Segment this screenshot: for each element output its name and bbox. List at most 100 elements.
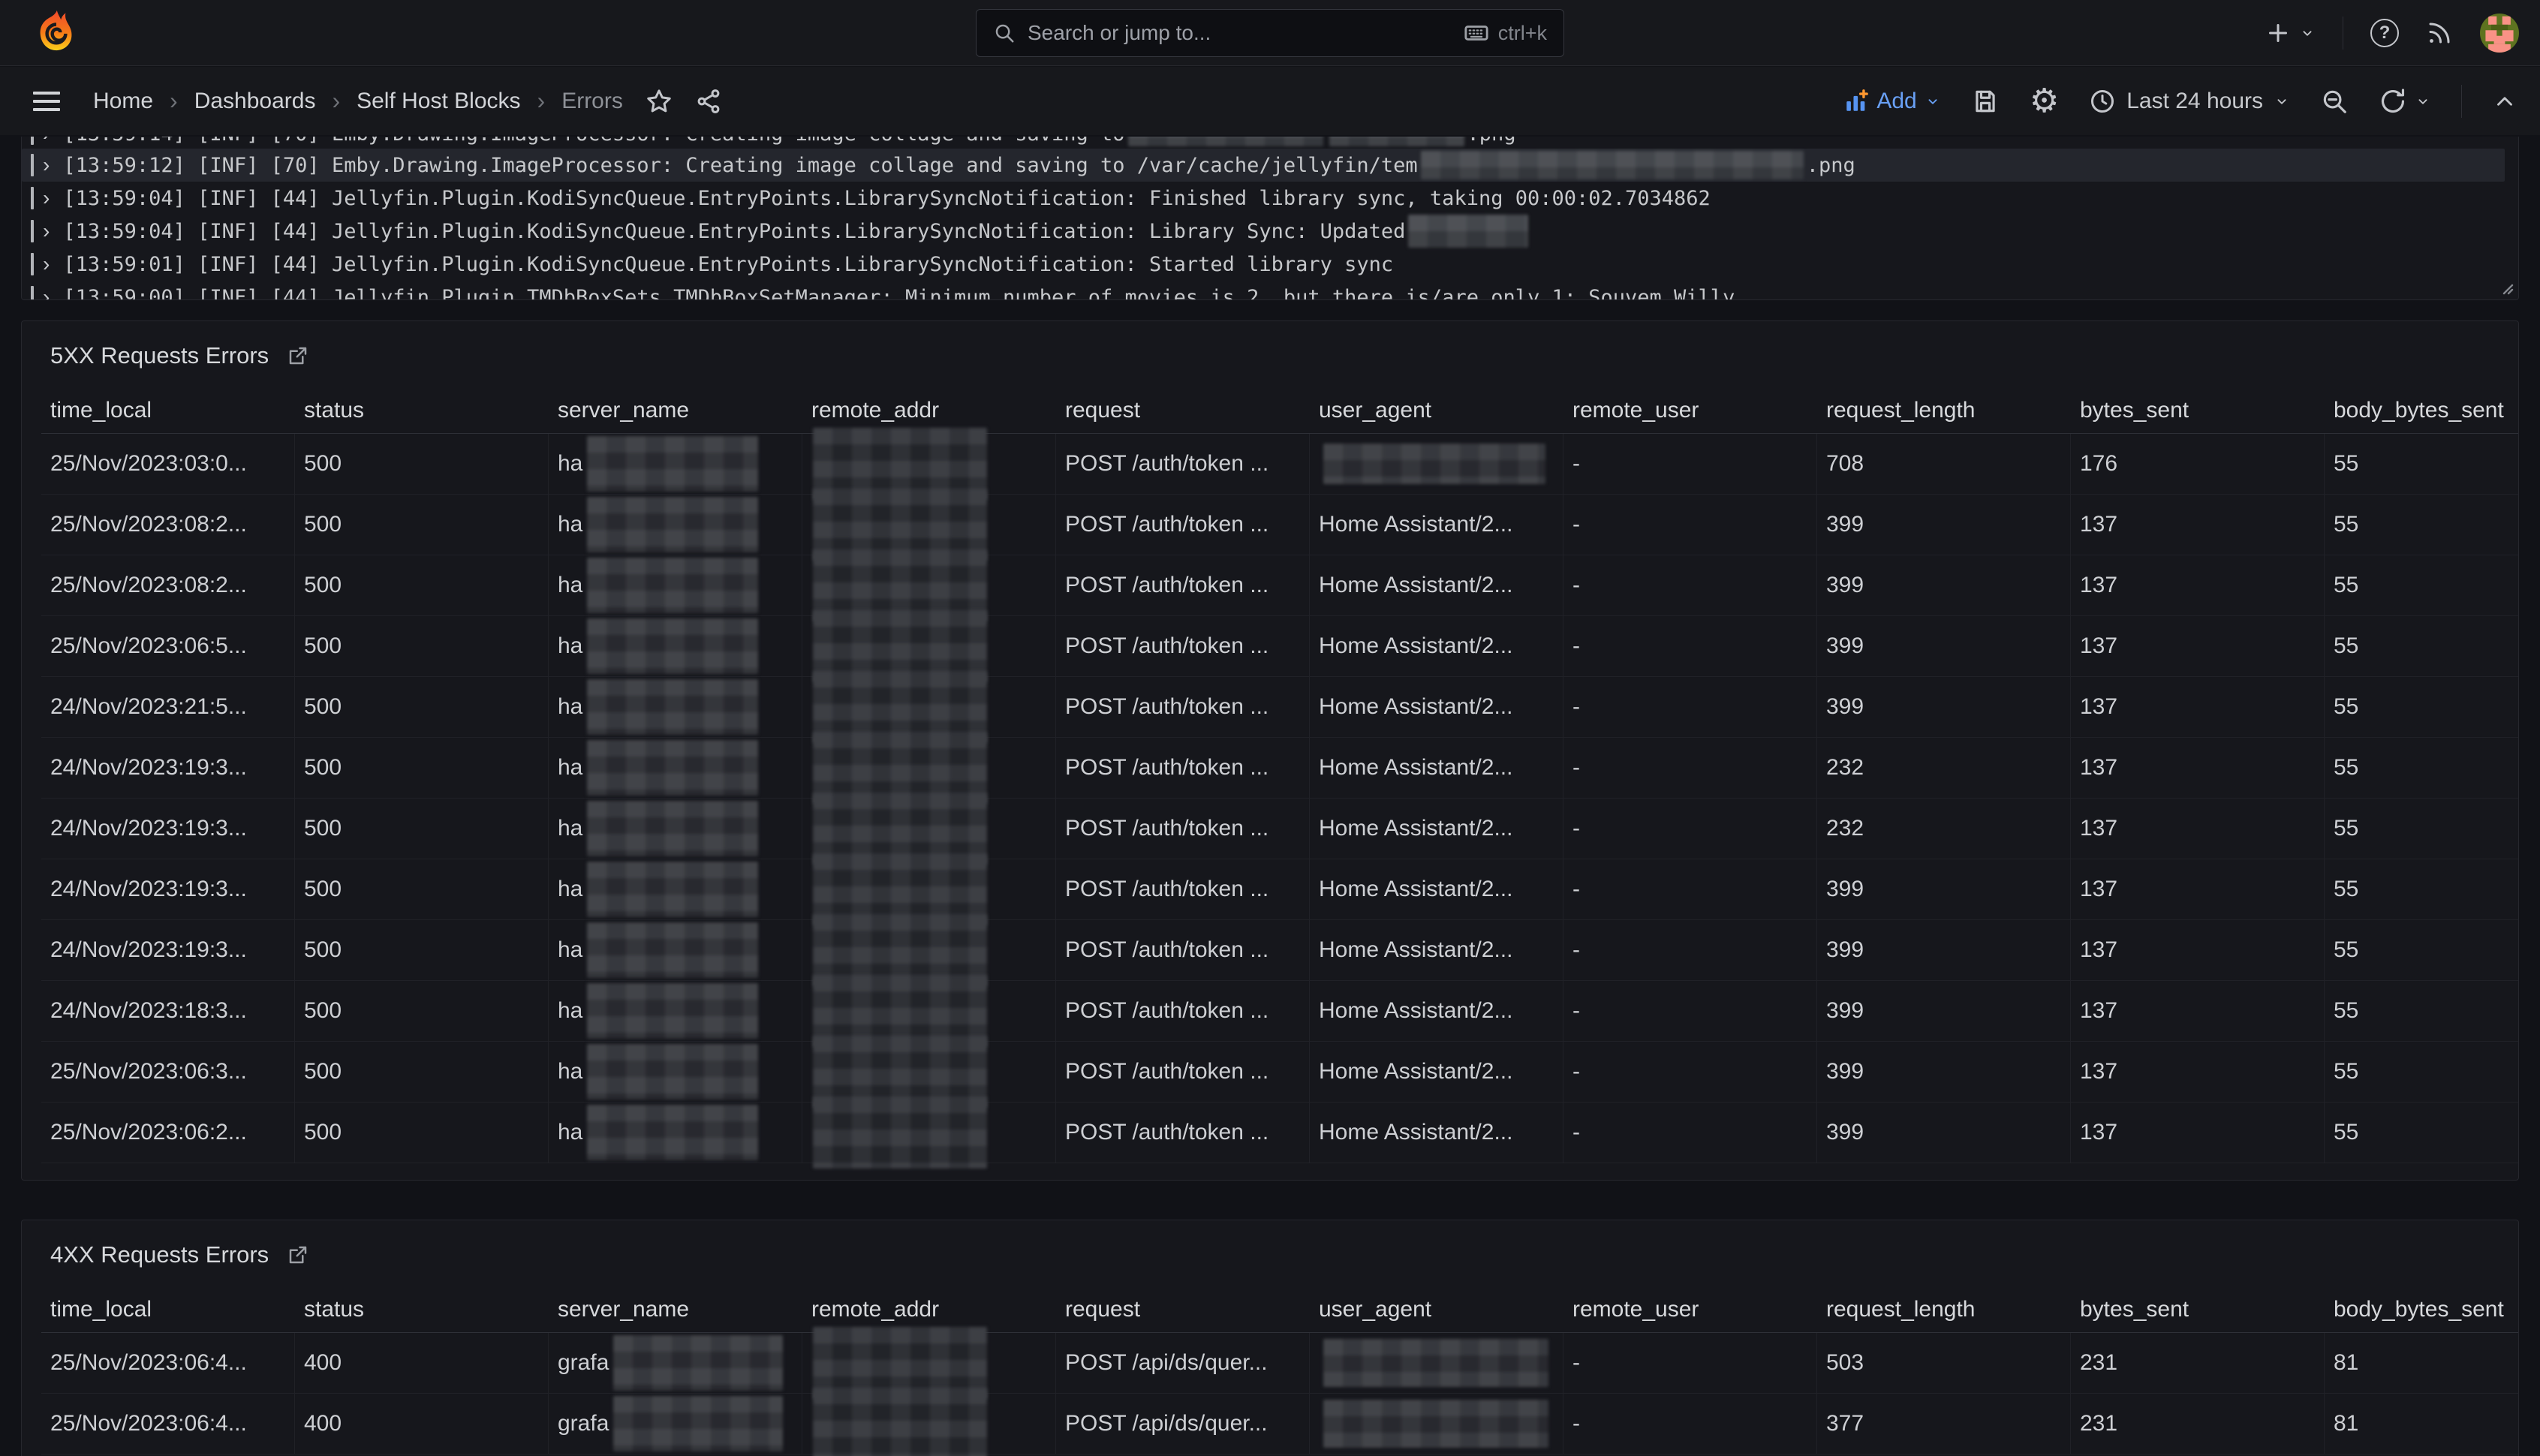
table-cell-server_name: ha	[549, 1103, 802, 1163]
save-dashboard-button[interactable]	[1971, 87, 2000, 116]
table-cell-request_length: 708	[1817, 434, 2071, 494]
log-row[interactable]: ›[13:59:14] [INF] [70] Emby.Drawing.Imag…	[22, 137, 2505, 149]
table-row[interactable]: 24/Nov/2023:18:3...500haPOST /auth/token…	[41, 981, 2518, 1042]
column-header-status[interactable]: status	[295, 1297, 549, 1322]
table-row[interactable]: 25/Nov/2023:06:5...500haPOST /auth/token…	[41, 616, 2518, 677]
log-rows: ›[13:59:14] [INF] [70] Emby.Drawing.Imag…	[22, 137, 2518, 300]
column-header-request_length[interactable]: request_length	[1817, 398, 2071, 423]
table-cell-status: 500	[295, 1042, 549, 1102]
log-level-indicator	[31, 137, 34, 145]
panel-title[interactable]: 5XX Requests Errors	[50, 341, 269, 371]
redacted-value	[613, 1396, 783, 1451]
expand-log-icon[interactable]: ›	[43, 155, 50, 176]
table-cell-request: POST /auth/token ...	[1056, 434, 1310, 494]
news-rss-button[interactable]	[2426, 20, 2453, 47]
grafana-logo-icon[interactable]	[35, 10, 78, 56]
column-header-remote_user[interactable]: remote_user	[1563, 398, 1817, 423]
column-header-user_agent[interactable]: user_agent	[1310, 1297, 1563, 1322]
log-row[interactable]: ›[13:59:01] [INF] [44] Jellyfin.Plugin.K…	[22, 248, 2505, 281]
breadcrumb-self-host-blocks[interactable]: Self Host Blocks	[357, 89, 520, 114]
external-link-icon[interactable]	[287, 344, 309, 367]
log-row[interactable]: ›[13:59:12] [INF] [70] Emby.Drawing.Imag…	[22, 149, 2505, 182]
column-header-server_name[interactable]: server_name	[549, 1297, 802, 1322]
kiosk-mode-button[interactable]	[2492, 89, 2517, 114]
column-header-remote_user[interactable]: remote_user	[1563, 1297, 1817, 1322]
table-cell-bytes_sent: 137	[2071, 495, 2325, 555]
table-row[interactable]: 25/Nov/2023:06:4...400grafaPOST /api/ds/…	[41, 1333, 2518, 1394]
column-header-time_local[interactable]: time_local	[41, 398, 295, 423]
table-cell-status: 500	[295, 738, 549, 798]
user-avatar[interactable]	[2480, 14, 2519, 53]
zoom-out-button[interactable]	[2320, 87, 2349, 116]
table-row[interactable]: 24/Nov/2023:19:3...500haPOST /auth/token…	[41, 799, 2518, 859]
expand-log-icon[interactable]: ›	[43, 254, 50, 275]
column-header-time_local[interactable]: time_local	[41, 1297, 295, 1322]
add-button[interactable]: Add	[1843, 89, 1940, 114]
log-row[interactable]: ›[13:59:04] [INF] [44] Jellyfin.Plugin.K…	[22, 182, 2505, 215]
time-range-picker[interactable]: Last 24 hours	[2089, 88, 2290, 115]
search-input[interactable]: Search or jump to... ctrl+k	[976, 9, 1564, 57]
table-cell-bytes_sent: 176	[2071, 434, 2325, 494]
table-cell-status: 400	[295, 1333, 549, 1393]
breadcrumb-separator: ›	[332, 87, 340, 115]
panel-resize-grip[interactable]	[2498, 279, 2514, 296]
external-link-icon[interactable]	[287, 1244, 309, 1266]
help-button[interactable]: ?	[2370, 19, 2399, 47]
table-cell-request: POST /auth/token ...	[1056, 920, 1310, 980]
table-row[interactable]: 24/Nov/2023:19:3...500haPOST /auth/token…	[41, 859, 2518, 920]
panel-title[interactable]: 4XX Requests Errors	[50, 1240, 269, 1270]
table-cell-bytes_sent: 137	[2071, 859, 2325, 919]
mega-menu-button[interactable]	[33, 92, 60, 111]
table-row[interactable]: 24/Nov/2023:19:3...500haPOST /auth/token…	[41, 738, 2518, 799]
column-header-request[interactable]: request	[1056, 398, 1310, 423]
column-header-request[interactable]: request	[1056, 1297, 1310, 1322]
column-header-remote_addr[interactable]: remote_addr	[802, 398, 1056, 423]
column-header-body_bytes_sent[interactable]: body_bytes_sent	[2325, 1297, 2519, 1322]
column-header-request_length[interactable]: request_length	[1817, 1297, 2071, 1322]
table-row[interactable]: 24/Nov/2023:21:5...500haPOST /auth/token…	[41, 677, 2518, 738]
column-header-status[interactable]: status	[295, 398, 549, 423]
refresh-button[interactable]	[2379, 87, 2431, 116]
table-row[interactable]: 25/Nov/2023:06:4...400grafaPOST /api/ds/…	[41, 1394, 2518, 1454]
table-row[interactable]: 25/Nov/2023:08:2...500haPOST /auth/token…	[41, 555, 2518, 616]
column-header-bytes_sent[interactable]: bytes_sent	[2071, 1297, 2325, 1322]
dashboard-settings-button[interactable]: ⚙	[2030, 85, 2059, 118]
redacted-value	[1408, 215, 1528, 248]
table-cell-server_name: ha	[549, 799, 802, 859]
column-header-body_bytes_sent[interactable]: body_bytes_sent	[2325, 398, 2519, 423]
table-row[interactable]: 25/Nov/2023:03:0...500haPOST /auth/token…	[41, 434, 2518, 495]
table-row[interactable]: 24/Nov/2023:19:3...500haPOST /auth/token…	[41, 920, 2518, 981]
breadcrumb-home[interactable]: Home	[93, 89, 153, 114]
redacted-value	[1323, 1339, 1548, 1387]
table-cell-bytes_sent: 137	[2071, 981, 2325, 1041]
share-button[interactable]	[695, 88, 722, 115]
redacted-value	[813, 1388, 987, 1456]
table-row[interactable]: 25/Nov/2023:06:3...500haPOST /auth/token…	[41, 1042, 2518, 1103]
table-row[interactable]: 25/Nov/2023:06:2...500haPOST /auth/token…	[41, 1103, 2518, 1163]
log-row[interactable]: ›[13:59:04] [INF] [44] Jellyfin.Plugin.K…	[22, 215, 2505, 248]
table-cell-status: 500	[295, 981, 549, 1041]
expand-log-icon[interactable]: ›	[43, 137, 50, 144]
column-header-remote_addr[interactable]: remote_addr	[802, 1297, 1056, 1322]
expand-log-icon[interactable]: ›	[43, 221, 50, 242]
log-row[interactable]: ›[13:59:00] [INF] [44] Jellyfin.Plugin.T…	[22, 281, 2505, 300]
new-menu-button[interactable]	[2265, 20, 2316, 47]
table-cell-time_local: 25/Nov/2023:06:3...	[41, 1042, 295, 1102]
table-cell-status: 500	[295, 616, 549, 676]
breadcrumb-dashboards[interactable]: Dashboards	[194, 89, 316, 114]
table-row[interactable]: 25/Nov/2023:08:2...500haPOST /auth/token…	[41, 495, 2518, 555]
table-cell-remote_user: -	[1563, 1333, 1817, 1393]
favorite-star-button[interactable]	[646, 88, 673, 115]
column-header-bytes_sent[interactable]: bytes_sent	[2071, 398, 2325, 423]
column-header-user_agent[interactable]: user_agent	[1310, 398, 1563, 423]
table-cell-remote_user: -	[1563, 859, 1817, 919]
table-cell-time_local: 25/Nov/2023:08:2...	[41, 495, 295, 555]
redacted-value	[587, 1044, 758, 1100]
table-cell-body_bytes_sent: 55	[2325, 1103, 2519, 1163]
log-level-indicator	[31, 154, 34, 176]
column-header-server_name[interactable]: server_name	[549, 398, 802, 423]
keyboard-icon	[1464, 20, 1489, 46]
expand-log-icon[interactable]: ›	[43, 188, 50, 209]
table-cell-remote_addr	[802, 1333, 1056, 1393]
expand-log-icon[interactable]: ›	[43, 287, 50, 300]
